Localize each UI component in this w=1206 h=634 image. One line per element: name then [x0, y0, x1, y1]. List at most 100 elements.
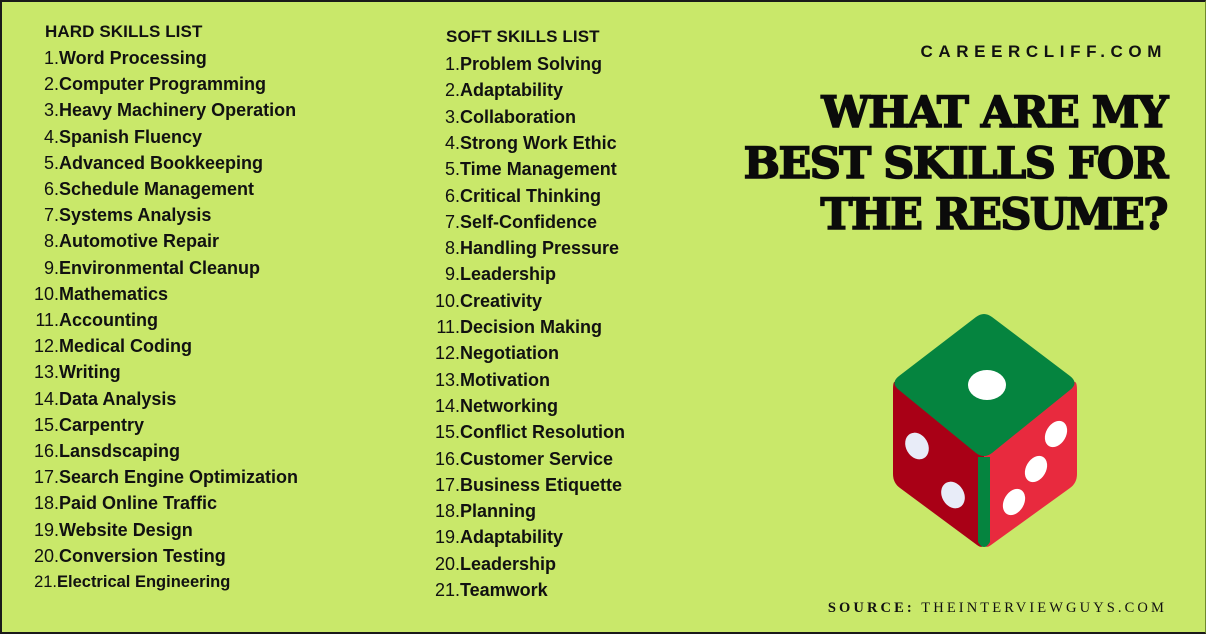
item-number: 17. [33, 467, 59, 488]
list-item: 6.Schedule Management [27, 176, 254, 202]
headline-line-3: THE RESUME? [820, 189, 1170, 241]
list-item: 19.Website Design [27, 517, 193, 543]
item-number: 16. [33, 441, 59, 461]
item-number: 14. [434, 395, 460, 416]
headline: WHAT ARE MY BEST SKILLS FOR THE RESUME? [743, 87, 1170, 241]
item-number: 6. [43, 179, 59, 199]
item-number: 15. [33, 414, 59, 435]
item-number: 18. [33, 493, 59, 514]
list-item: 1.Problem Solving [428, 51, 602, 77]
list-item: 3.Heavy Machinery Operation [27, 97, 296, 123]
source-value: THEINTERVIEWGUYS.COM [921, 600, 1167, 616]
item-text: Business Etiquette [460, 474, 623, 495]
list-item: 18.Paid Online Traffic [27, 490, 217, 516]
item-number: 9. [444, 264, 460, 285]
item-text: Environmental Cleanup [59, 257, 261, 278]
list-item: 12.Negotiation [428, 340, 559, 366]
list-item: 1.Word Processing [27, 45, 207, 71]
item-text: Creativity [460, 290, 543, 311]
item-number: 6. [444, 185, 460, 206]
list-item: 4.Strong Work Ethic [428, 130, 617, 156]
list-item: 3.Collaboration [428, 104, 576, 130]
item-text: Computer Programming [59, 74, 267, 95]
item-text: Strong Work Ethic [460, 132, 617, 153]
item-number: 10. [33, 283, 59, 304]
item-number: 7. [43, 205, 59, 226]
item-text: Heavy Machinery Operation [59, 100, 297, 121]
list-item: 5.Time Management [428, 156, 617, 182]
list-item: 18.Planning [428, 498, 536, 524]
item-number: 18. [434, 501, 460, 522]
list-item: 14.Networking [428, 393, 558, 419]
item-text: Networking [460, 395, 559, 416]
item-text: Accounting [59, 310, 158, 330]
item-text: Word Processing [59, 48, 207, 68]
item-number: 21. [34, 573, 57, 591]
item-number: 14. [33, 388, 59, 409]
item-text: Leadership [460, 553, 557, 574]
item-text: Self-Confidence [460, 211, 598, 232]
item-number: 20. [33, 545, 59, 566]
item-number: 7. [444, 211, 460, 232]
item-number: 17. [434, 474, 460, 495]
list-item: 10.Creativity [428, 288, 542, 314]
list-item: 2.Computer Programming [27, 71, 266, 97]
item-number: 11. [35, 310, 59, 330]
source-credit: SOURCE: THEINTERVIEWGUYS.COM [828, 600, 1167, 617]
item-text: Negotiation [460, 343, 559, 364]
item-number: 16. [434, 448, 460, 469]
list-item: 6.Critical Thinking [428, 183, 601, 209]
site-name: CAREERCLIFF.COM [920, 42, 1167, 61]
item-text: Adaptability [460, 527, 564, 548]
item-number: 1. [43, 48, 59, 68]
item-number: 13. [33, 362, 59, 383]
item-text: Time Management [460, 159, 617, 180]
list-item: 2.Adaptability [428, 77, 563, 103]
item-number: 2. [444, 80, 460, 101]
infographic: HARD SKILLS LIST 1.Word Processing 2.Comp… [0, 0, 1206, 634]
item-number: 19. [434, 527, 460, 548]
list-item: 17.Search Engine Optimization [27, 464, 298, 490]
item-text: Decision Making [460, 317, 603, 337]
item-text: Customer Service [460, 448, 614, 469]
item-text: Critical Thinking [460, 185, 602, 206]
item-number: 5. [444, 159, 460, 180]
item-number: 8. [444, 238, 460, 259]
item-number: 15. [434, 422, 460, 443]
item-number: 1. [444, 54, 460, 74]
list-item: 7.Systems Analysis [27, 202, 211, 228]
list-item: 9.Environmental Cleanup [27, 255, 260, 281]
item-text: Problem Solving [460, 54, 603, 74]
list-item: 20.Leadership [428, 551, 556, 577]
list-item: 4.Spanish Fluency [27, 124, 202, 150]
item-number: 10. [434, 290, 460, 311]
list-item: 16.Customer Service [428, 446, 613, 472]
list-item: 20.Conversion Testing [27, 543, 226, 569]
headline-line-2: BEST SKILLS FOR [743, 138, 1170, 190]
item-number: 5. [43, 152, 59, 173]
list-item: 15.Conflict Resolution [428, 419, 625, 445]
item-text: Motivation [460, 369, 550, 390]
item-text: Conversion Testing [59, 545, 226, 566]
item-text: Search Engine Optimization [59, 467, 299, 488]
item-text: Data Analysis [59, 388, 177, 409]
list-item: 9.Leadership [428, 261, 556, 287]
item-number: 20. [434, 553, 460, 574]
list-item: 21.Teamwork [428, 577, 548, 603]
item-text: Website Design [59, 519, 193, 540]
item-text: Spanish Fluency [59, 126, 203, 147]
item-number: 9. [43, 257, 59, 278]
soft-skills-title: SOFT SKILLS LIST [446, 27, 600, 46]
list-item: 14.Data Analysis [27, 386, 176, 412]
list-item: 13.Writing [27, 359, 121, 385]
dice-pip [968, 370, 1006, 400]
item-number: 3. [444, 106, 460, 127]
item-number: 21. [434, 580, 460, 600]
item-text: Handling Pressure [460, 238, 620, 259]
list-item: 17.Business Etiquette [428, 472, 622, 498]
item-number: 11. [436, 317, 460, 337]
source-label: SOURCE: [827, 600, 915, 616]
item-text: Electrical Engineering [57, 573, 231, 591]
headline-line-1: WHAT ARE MY [821, 87, 1170, 139]
item-number: 19. [33, 519, 59, 540]
